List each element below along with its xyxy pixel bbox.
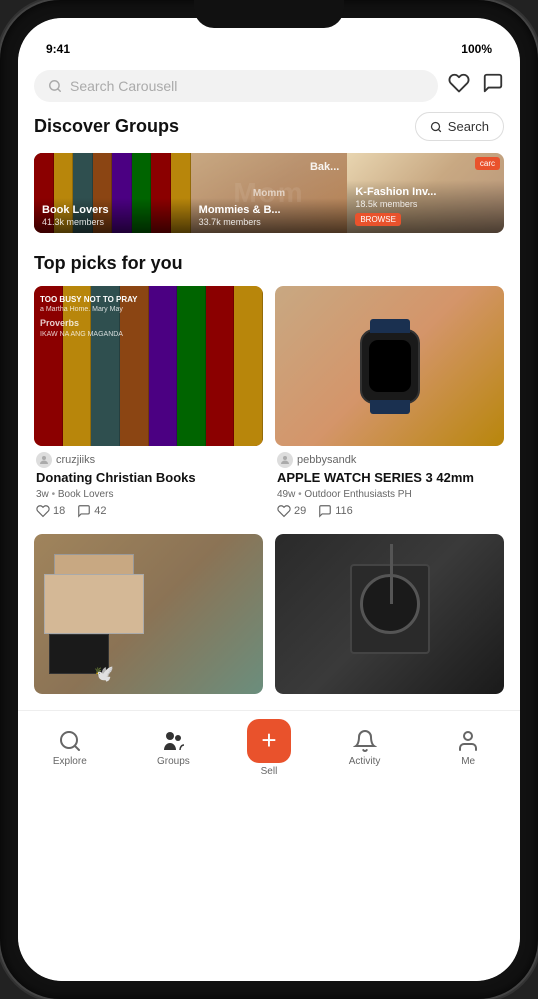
nav-sell-button[interactable]: + <box>247 719 291 763</box>
pick-meta-books: 3w • Book Lovers <box>36 489 261 500</box>
pick-info-books: cruzjiiks Donating Christian Books 3w • … <box>34 446 263 522</box>
screen-content: 9:41 100% Search Carousell <box>18 18 520 981</box>
nav-groups[interactable]: Groups <box>143 729 203 767</box>
section-header: Discover Groups Search <box>34 112 504 141</box>
notch <box>194 0 344 28</box>
group-name-3: K-Fashion Inv... <box>355 186 496 199</box>
pick-info-watch: pebbysandk APPLE WATCH SERIES 3 42mm 49w… <box>275 446 504 522</box>
pick-actions-watch: 29 116 <box>277 504 502 518</box>
group-card-overlay: Book Lovers 41.3k members <box>34 198 191 233</box>
groups-row: Book Lovers 41.3k members Mom Momm Bak..… <box>34 153 504 233</box>
pick-comment-watch[interactable]: 116 <box>318 504 353 518</box>
group-card-overlay-3: K-Fashion Inv... 18.5k members BROWSE <box>347 180 504 233</box>
battery: 100% <box>461 42 492 56</box>
nav-explore[interactable]: Explore <box>40 729 100 767</box>
search-placeholder: Search Carousell <box>70 78 177 94</box>
message-icon[interactable] <box>482 72 504 100</box>
pick-avatar-watch <box>277 452 293 468</box>
top-picks-title: Top picks for you <box>34 253 183 273</box>
pick-card-machine[interactable] <box>275 534 504 694</box>
comment-count-watch: 116 <box>335 505 353 517</box>
top-icons <box>448 72 504 100</box>
pick-title-watch: APPLE WATCH SERIES 3 42mm <box>277 470 502 487</box>
pick-actions-books: 18 42 <box>36 504 261 518</box>
pick-meta-watch: 49w • Outdoor Enthusiasts PH <box>277 489 502 500</box>
like-count-watch: 29 <box>294 505 306 517</box>
group-card-kfashion[interactable]: carc K-Fashion Inv... 18.5k members BROW… <box>347 153 504 233</box>
me-icon <box>456 729 480 753</box>
heart-icon[interactable] <box>448 72 470 100</box>
pick-card-watch[interactable]: pebbysandk APPLE WATCH SERIES 3 42mm 49w… <box>275 286 504 522</box>
search-btn-icon <box>430 121 442 133</box>
search-bar[interactable]: Search Carousell <box>34 70 438 102</box>
discover-groups-section: Discover Groups Search <box>18 112 520 233</box>
groups-icon <box>161 729 185 753</box>
comment-count-books: 42 <box>94 505 106 517</box>
nav-activity-label: Activity <box>349 756 381 767</box>
nav-me[interactable]: Me <box>438 729 498 767</box>
pick-like-books[interactable]: 18 <box>36 504 65 518</box>
carou-badge: carc <box>475 157 500 170</box>
top-picks-section: Top picks for you <box>18 233 520 710</box>
phone-frame: 9:41 100% Search Carousell <box>0 0 538 999</box>
discover-search-label: Search <box>448 119 489 134</box>
pick-avatar-books <box>36 452 52 468</box>
picks-grid: TOO BUSY NOT TO PRAY a Martha Home. Mary… <box>34 286 504 694</box>
discover-search-button[interactable]: Search <box>415 112 504 141</box>
browse-badge: BROWSE <box>355 213 401 226</box>
activity-icon <box>353 729 377 753</box>
group-card-book-lovers[interactable]: Book Lovers 41.3k members <box>34 153 191 233</box>
nav-me-label: Me <box>461 756 475 767</box>
pick-user-watch: pebbysandk <box>277 452 502 468</box>
group-members-3: 18.5k members <box>355 199 496 209</box>
pick-user-books: cruzjiiks <box>36 452 261 468</box>
group-members-2: 33.7k members <box>199 217 340 227</box>
phone-screen: 9:41 100% Search Carousell <box>18 18 520 981</box>
top-bar: Search Carousell <box>18 62 520 112</box>
bottom-nav: Explore Groups + Sell <box>18 710 520 789</box>
pick-card-package[interactable]: 🕊️ <box>34 534 263 694</box>
pick-comment-books[interactable]: 42 <box>77 504 106 518</box>
nav-activity[interactable]: Activity <box>335 729 395 767</box>
group-card-mommies[interactable]: Mom Momm Bak... Mommies & B... 33.7k mem… <box>191 153 348 233</box>
nav-explore-label: Explore <box>53 756 87 767</box>
discover-groups-title: Discover Groups <box>34 116 179 137</box>
pick-like-watch[interactable]: 29 <box>277 504 306 518</box>
group-card-overlay-2: Mommies & B... 33.7k members <box>191 198 348 233</box>
explore-icon <box>58 729 82 753</box>
time: 9:41 <box>46 42 70 56</box>
pick-username-books: cruzjiiks <box>56 454 95 466</box>
group-members-1: 41.3k members <box>42 217 183 227</box>
group-name-1: Book Lovers <box>42 204 183 217</box>
search-icon <box>48 79 62 93</box>
group-name-2: Mommies & B... <box>199 204 340 217</box>
pick-username-watch: pebbysandk <box>297 454 356 466</box>
like-count-books: 18 <box>53 505 65 517</box>
pick-card-books[interactable]: TOO BUSY NOT TO PRAY a Martha Home. Mary… <box>34 286 263 522</box>
nav-sell-label: Sell <box>261 766 278 777</box>
nav-sell-wrapper: + Sell <box>247 719 291 777</box>
pick-title-books: Donating Christian Books <box>36 470 261 487</box>
nav-groups-label: Groups <box>157 756 190 767</box>
